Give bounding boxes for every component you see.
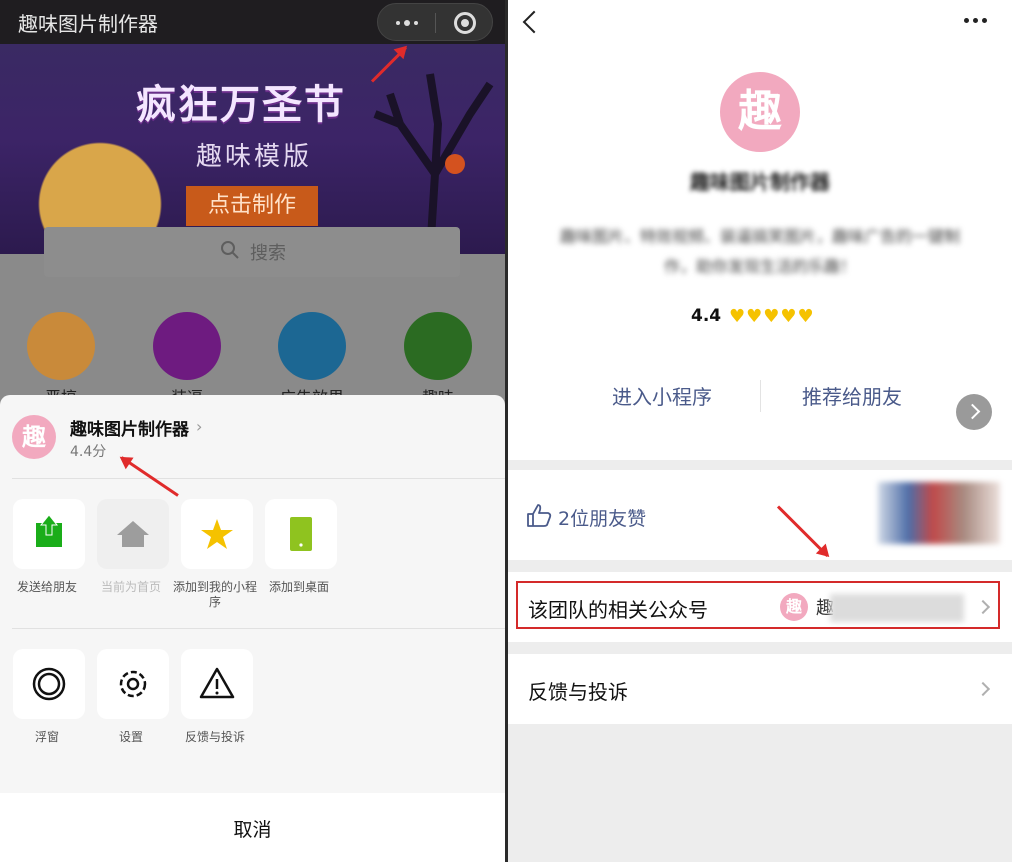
profile-description: 趣味图片、特效视频、装逼搞笑图片，趣味广告的一键制作，助你发现生活的乐趣！ xyxy=(559,227,960,276)
highlight-box xyxy=(516,581,1000,629)
action-label: 添加到我的小程序 xyxy=(173,580,258,609)
banner-make-button[interactable]: 点击制作 xyxy=(186,186,318,226)
desktop-icon xyxy=(290,517,312,551)
app-name: 趣味图片制作器 xyxy=(70,420,189,440)
recommend-to-friend-button[interactable]: 推荐给朋友 xyxy=(802,381,902,410)
friends-like-row[interactable]: 2位朋友赞 xyxy=(508,470,1012,560)
feedback-label: 反馈与投诉 xyxy=(528,680,628,704)
action-label: 设置 xyxy=(118,730,143,744)
category-label: 恶搞 xyxy=(16,384,106,395)
banner-subtitle: 趣味模版 xyxy=(196,142,313,172)
menu-capsule xyxy=(377,3,493,41)
action-label: 浮窗 xyxy=(34,730,59,744)
action-label: 反馈与投诉 xyxy=(184,730,245,744)
close-mini-program-icon[interactable] xyxy=(454,12,476,34)
cancel-label: 取消 xyxy=(233,819,272,841)
divider xyxy=(760,380,761,412)
star-icon xyxy=(201,519,233,549)
profile-app-name: 趣味图片制作器 xyxy=(690,170,830,194)
banner-title: 疯狂万圣节 xyxy=(136,82,346,128)
app-score: 4.4分 xyxy=(70,444,107,460)
next-arrow-button[interactable] xyxy=(956,394,992,430)
settings-button[interactable] xyxy=(97,649,169,719)
category-icon-fun[interactable] xyxy=(404,312,472,380)
settings-icon xyxy=(119,670,147,698)
profile-header: 趣 趣味图片制作器 趣味图片、特效视频、装逼搞笑图片，趣味广告的一键制作，助你发… xyxy=(508,0,1012,460)
search-placeholder: 搜索 xyxy=(250,243,286,264)
more-menu-button[interactable] xyxy=(378,4,435,42)
warning-icon xyxy=(199,667,235,699)
current-home-button xyxy=(97,499,169,569)
chevron-right-icon xyxy=(975,681,991,697)
mini-program-profile: 趣 趣味图片制作器 趣味图片、特效视频、装逼搞笑图片，趣味广告的一键制作，助你发… xyxy=(508,0,1012,862)
halloween-banner[interactable]: 疯狂万圣节 趣味模版 点击制作 xyxy=(0,44,505,254)
mini-program-home: 趣味图片制作器 疯狂万圣节 趣味模版 点击制作 搜索 xyxy=(0,0,505,395)
mini-program-screen: 趣味图片制作器 疯狂万圣节 趣味模版 点击制作 搜索 趣 趣味图片制作器 › 4… xyxy=(0,0,505,862)
cancel-button[interactable]: 取消 xyxy=(0,793,505,862)
add-to-my-mini-programs-button[interactable] xyxy=(181,499,253,569)
share-icon xyxy=(36,514,62,547)
float-window-button[interactable] xyxy=(13,649,85,719)
profile-logo: 趣 xyxy=(720,72,800,152)
app-logo: 趣 xyxy=(12,415,56,459)
share-to-friend-button[interactable] xyxy=(13,499,85,569)
app-title: 趣味图片制作器 xyxy=(18,12,158,36)
home-icon xyxy=(117,521,149,547)
feedback-complaint-button[interactable] xyxy=(181,649,253,719)
action-label: 发送给朋友 xyxy=(16,580,77,594)
category-label: 趣味 xyxy=(393,384,483,395)
action-label: 当前为首页 xyxy=(100,580,161,594)
enter-mini-program-button[interactable]: 进入小程序 xyxy=(612,381,712,410)
chevron-right-icon: › xyxy=(196,417,203,436)
back-arrow-icon[interactable] xyxy=(522,10,546,34)
title-bar: 趣味图片制作器 xyxy=(0,0,505,44)
rating-hearts-icon: ♥♥♥♥♥ xyxy=(729,306,815,327)
category-icon-ad-effect[interactable] xyxy=(278,312,346,380)
category-label: 装逼 xyxy=(142,384,232,395)
category-icon-prank[interactable] xyxy=(27,312,95,380)
divider xyxy=(12,628,505,629)
category-label: 广告效果 xyxy=(267,384,357,395)
friend-avatars xyxy=(878,482,1000,544)
search-icon xyxy=(221,241,239,259)
friends-like-count: 2位朋友赞 xyxy=(558,508,647,530)
app-info-row[interactable]: 趣 趣味图片制作器 › 4.4分 xyxy=(0,395,505,479)
search-bar[interactable]: 搜索 xyxy=(44,227,460,277)
thumbs-up-icon xyxy=(527,504,552,527)
action-sheet: 趣 趣味图片制作器 › 4.4分 发送给朋友 当前为首页 添加到我的小程序 添加… xyxy=(0,395,505,793)
feedback-row[interactable]: 反馈与投诉 xyxy=(508,654,1012,724)
category-icon-show-off[interactable] xyxy=(153,312,221,380)
add-to-desktop-button[interactable] xyxy=(265,499,337,569)
spooky-tree-icon xyxy=(373,73,494,254)
action-label: 添加到桌面 xyxy=(268,580,329,594)
float-window-icon xyxy=(32,667,66,701)
rating-value: 4.4 xyxy=(691,306,722,326)
divider xyxy=(12,478,505,479)
